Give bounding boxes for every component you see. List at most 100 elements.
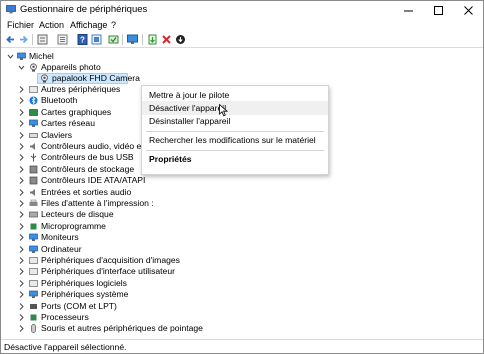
- mouse-icon: [31, 324, 36, 334]
- status-bar: Désactive l'appareil sélectionné.: [1, 339, 483, 353]
- tree-category[interactable]: Processeurs: [1, 312, 481, 323]
- ctx-properties[interactable]: Propriétés: [142, 152, 328, 166]
- back-icon[interactable]: [5, 34, 16, 45]
- tree-category[interactable]: Périphériques système: [1, 289, 481, 300]
- chevron-right-icon[interactable]: [18, 222, 25, 231]
- category-label: Contrôleurs de bus USB: [41, 152, 134, 163]
- chevron-right-icon[interactable]: [18, 96, 25, 105]
- chevron-right-icon[interactable]: [18, 176, 25, 185]
- window-title: Gestionnaire de périphériques: [20, 4, 148, 15]
- maximize-button[interactable]: [423, 1, 453, 19]
- printer-icon: [29, 199, 38, 206]
- speaker-icon: [30, 188, 35, 196]
- imaging-device-icon: [29, 257, 38, 264]
- tree-category[interactable]: Entrées et sorties audio: [1, 187, 481, 198]
- category-label: Files d'attente à l'impression :: [41, 198, 154, 208]
- category-label: Microprogramme: [41, 220, 106, 231]
- disable-icon[interactable]: [175, 34, 186, 45]
- menu-help[interactable]: ?: [111, 20, 116, 30]
- port-icon: [30, 303, 37, 309]
- chevron-right-icon[interactable]: [18, 188, 25, 197]
- chevron-right-icon[interactable]: [18, 302, 25, 311]
- chevron-right-icon[interactable]: [18, 131, 25, 140]
- category-label: Autres périphériques: [41, 84, 121, 94]
- tree-category[interactable]: Souris et autres périphériques de pointa…: [1, 323, 481, 334]
- tree-category[interactable]: Moniteurs: [1, 232, 481, 243]
- scan-icon[interactable]: [108, 34, 119, 45]
- ctx-item-label: Désinstaller l'appareil: [149, 116, 231, 126]
- tree-device-camera[interactable]: papalook FHD Camera: [1, 73, 481, 84]
- menu-fichier[interactable]: Fichier: [7, 20, 34, 30]
- device-manager-window: Gestionnaire de périphériques Fichier Ac…: [0, 0, 484, 354]
- chevron-right-icon[interactable]: [18, 119, 25, 128]
- menu-action[interactable]: Action: [39, 20, 64, 30]
- uninstall-icon[interactable]: [161, 34, 172, 45]
- forward-icon[interactable]: [18, 34, 29, 45]
- category-label: Ordinateur: [41, 243, 82, 254]
- chevron-down-icon[interactable]: [7, 52, 14, 61]
- minimize-button[interactable]: [393, 1, 423, 19]
- chevron-right-icon[interactable]: [18, 279, 25, 288]
- chevron-right-icon[interactable]: [18, 199, 25, 208]
- tree-category[interactable]: Périphériques logiciels: [1, 278, 481, 289]
- ctx-scan-hardware[interactable]: Rechercher les modifications sur le maté…: [142, 133, 328, 147]
- context-menu: Mettre à jour le pilote Désactiver l'app…: [141, 85, 329, 175]
- ctx-update-driver[interactable]: Mettre à jour le pilote: [142, 88, 328, 102]
- chevron-right-icon[interactable]: [18, 245, 25, 254]
- chevron-right-icon[interactable]: [18, 267, 25, 276]
- category-label: Cartes réseau: [41, 118, 95, 129]
- chevron-right-icon[interactable]: [18, 108, 25, 117]
- tree-category[interactable]: Ordinateur: [1, 244, 481, 255]
- toolbar-separator: [142, 34, 143, 45]
- close-button[interactable]: [453, 1, 483, 19]
- network-adapter-icon: [29, 119, 38, 128]
- tree-category[interactable]: Files d'attente à l'impression :: [1, 198, 481, 209]
- category-label: Cartes graphiques: [41, 106, 112, 117]
- chevron-right-icon[interactable]: [18, 233, 25, 242]
- category-label: Contrôleurs IDE ATA/ATAPI: [41, 175, 146, 186]
- usb-icon: [30, 153, 37, 162]
- monitor-icon: [29, 233, 38, 242]
- tree-category[interactable]: Contrôleurs IDE ATA/ATAPI: [1, 175, 481, 186]
- tree-view-icon[interactable]: [37, 34, 48, 45]
- monitor-icon[interactable]: [127, 34, 138, 45]
- chevron-down-icon[interactable]: [18, 63, 25, 72]
- chevron-right-icon[interactable]: [18, 85, 25, 94]
- chevron-right-icon[interactable]: [18, 256, 25, 265]
- ctx-uninstall-device[interactable]: Désinstaller l'appareil: [142, 114, 328, 128]
- ctx-item-label: Propriétés: [149, 154, 192, 164]
- ctx-disable-device[interactable]: Désactiver l'appareil: [142, 101, 328, 115]
- tree-category[interactable]: Périphériques d'acquisition d'images: [1, 255, 481, 266]
- category-label: Périphériques d'interface utilisateur: [41, 266, 175, 277]
- device-label: papalook FHD Camera: [52, 73, 140, 83]
- computer-icon: [29, 245, 38, 253]
- tree-category[interactable]: Microprogramme: [1, 221, 481, 232]
- category-label: Moniteurs: [41, 232, 79, 243]
- help-icon[interactable]: ?: [77, 34, 88, 45]
- camera-icon: [30, 63, 37, 72]
- update-driver-icon[interactable]: [147, 34, 158, 45]
- tree-category[interactable]: Lecteurs de disque: [1, 209, 481, 220]
- tree-category-appareils-photo[interactable]: Appareils photo: [1, 62, 481, 73]
- chevron-right-icon[interactable]: [18, 290, 25, 299]
- svg-text:?: ?: [80, 36, 85, 45]
- chevron-right-icon[interactable]: [18, 313, 25, 322]
- tree-category[interactable]: Périphériques d'interface utilisateur: [1, 266, 481, 277]
- chevron-right-icon[interactable]: [18, 142, 25, 151]
- category-label: Périphériques d'acquisition d'images: [41, 255, 180, 265]
- chevron-right-icon[interactable]: [18, 165, 25, 174]
- details-icon[interactable]: [91, 34, 102, 45]
- chevron-right-icon[interactable]: [18, 153, 25, 162]
- processor-icon: [30, 314, 37, 321]
- tree-category[interactable]: Ports (COM et LPT): [1, 301, 481, 312]
- chevron-right-icon[interactable]: [18, 324, 25, 333]
- ctx-item-label: Rechercher les modifications sur le maté…: [149, 135, 316, 145]
- audio-icon: [30, 143, 35, 150]
- chevron-right-icon[interactable]: [18, 210, 25, 219]
- menu-affichage[interactable]: Affichage: [70, 20, 107, 30]
- menu-bar: Fichier Action Affichage ?: [1, 19, 483, 31]
- disk-drive-icon: [29, 212, 38, 218]
- toolbar-separator: [122, 34, 123, 45]
- tree-root[interactable]: Michel: [1, 51, 481, 62]
- properties-icon[interactable]: [57, 34, 68, 45]
